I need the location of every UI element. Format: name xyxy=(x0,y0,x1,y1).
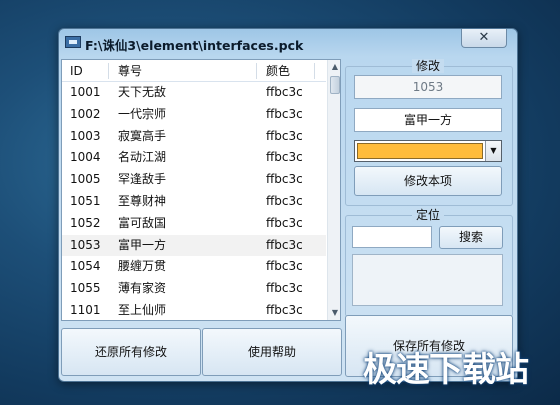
table-row[interactable]: 1055 薄有家资 ffbc3c xyxy=(62,278,326,300)
table-row[interactable]: 1052 富可敌国 ffbc3c xyxy=(62,213,326,235)
cell-color: ffbc3c xyxy=(266,259,303,274)
cell-color: ffbc3c xyxy=(266,172,303,187)
cell-color: ffbc3c xyxy=(266,85,303,99)
cell-id: 1101 xyxy=(70,302,101,317)
search-input[interactable] xyxy=(352,226,432,248)
cell-id: 1052 xyxy=(70,215,101,230)
table-row[interactable]: 1003 寂寞高手 ffbc3c xyxy=(62,126,326,148)
list-rows: 1001 天下无敌 ffbc3c 1002 一代宗师 ffbc3c 1003 寂寞高手 ffbc… xyxy=(62,82,326,320)
search-button[interactable]: 搜索 xyxy=(439,226,503,249)
cell-name: 天下无敌 xyxy=(118,85,167,99)
locate-group-title: 定位 xyxy=(412,208,445,222)
column-header-id[interactable]: ID xyxy=(62,60,108,82)
table-row[interactable]: 1005 罕逢敌手 ffbc3c xyxy=(62,169,326,191)
title-bar: F:\诛仙3\element\interfaces.pck ✕ xyxy=(59,29,517,57)
search-results-box[interactable] xyxy=(352,254,503,306)
cell-color: ffbc3c xyxy=(266,215,303,230)
cell-name: 寂寞高手 xyxy=(118,128,167,143)
table-row[interactable]: 1054 腰缠万贯 ffbc3c xyxy=(62,256,326,278)
watermark-logo: 极速下载站 xyxy=(363,350,529,390)
list-header: ID 尊号 颜色 xyxy=(62,60,326,82)
cell-color: ffbc3c xyxy=(266,106,303,121)
cell-id: 1055 xyxy=(70,281,101,296)
cell-id: 1003 xyxy=(70,128,101,143)
table-row[interactable]: 1001 天下无敌 ffbc3c xyxy=(62,82,326,104)
table-row[interactable]: 1051 至尊财神 ffbc3c xyxy=(62,191,326,213)
cell-id: 1051 xyxy=(70,193,101,208)
column-divider xyxy=(314,63,315,79)
cell-name: 至上仙师 xyxy=(118,302,167,317)
cell-id: 1053 xyxy=(70,237,101,252)
cell-name: 富可敌国 xyxy=(118,215,167,230)
cell-id: 1005 xyxy=(70,172,101,187)
help-button[interactable]: 使用帮助 xyxy=(202,328,342,376)
cell-id: 1004 xyxy=(70,150,101,165)
color-swatch xyxy=(357,143,483,159)
vertical-scrollbar[interactable]: ▲ ▼ xyxy=(327,60,340,320)
table-row[interactable]: 1004 名动江湖 ffbc3c xyxy=(62,147,326,169)
column-divider xyxy=(108,63,109,79)
scroll-up-arrow-icon[interactable]: ▲ xyxy=(328,60,340,74)
title-list: ID 尊号 颜色 1001 天下无敌 ffbc3c 1002 一代宗师 ffbc3c 100… xyxy=(61,59,341,321)
edit-group-title: 修改 xyxy=(412,59,445,73)
cell-name: 富甲一方 xyxy=(118,237,167,252)
cell-color: ffbc3c xyxy=(266,150,303,165)
table-row[interactable]: 1053 富甲一方 ffbc3c xyxy=(62,234,326,257)
id-field: 1053 xyxy=(354,75,502,99)
cell-color: ffbc3c xyxy=(266,302,303,317)
cell-name: 罕逢敌手 xyxy=(118,172,167,187)
cell-id: 1002 xyxy=(70,106,101,121)
cell-color: ffbc3c xyxy=(266,193,303,208)
cell-name: 薄有家资 xyxy=(118,281,167,296)
cell-id: 1054 xyxy=(70,259,101,274)
column-header-color[interactable]: 颜色 xyxy=(258,60,318,82)
cell-name: 一代宗师 xyxy=(118,106,167,121)
cell-color: ffbc3c xyxy=(266,237,303,252)
main-window: F:\诛仙3\element\interfaces.pck ✕ ID 尊号 颜色… xyxy=(58,28,518,382)
scroll-down-arrow-icon[interactable]: ▼ xyxy=(328,306,340,320)
table-row[interactable]: 1101 至上仙师 ffbc3c xyxy=(62,300,326,320)
column-header-name[interactable]: 尊号 xyxy=(110,60,260,82)
locate-group: 定位 搜索 xyxy=(345,208,513,317)
table-row[interactable]: 1002 一代宗师 ffbc3c xyxy=(62,104,326,126)
cell-name: 腰缠万贯 xyxy=(118,259,167,274)
app-icon xyxy=(65,36,81,48)
cell-color: ffbc3c xyxy=(266,281,303,296)
cell-name: 至尊财神 xyxy=(118,193,167,208)
color-dropdown[interactable]: ▼ xyxy=(354,140,502,162)
chevron-down-icon[interactable]: ▼ xyxy=(485,141,501,161)
close-button[interactable]: ✕ xyxy=(461,29,507,48)
title-name-input[interactable]: 富甲一方 xyxy=(354,108,502,132)
window-title: F:\诛仙3\element\interfaces.pck xyxy=(85,38,304,53)
column-divider xyxy=(256,63,257,79)
modify-item-button[interactable]: 修改本项 xyxy=(354,166,502,196)
scroll-thumb[interactable] xyxy=(330,76,340,94)
cell-color: ffbc3c xyxy=(266,128,303,143)
edit-group: 修改 1053 富甲一方 ▼ 修改本项 xyxy=(345,59,513,206)
cell-id: 1001 xyxy=(70,85,101,99)
restore-all-button[interactable]: 还原所有修改 xyxy=(61,328,201,376)
cell-name: 名动江湖 xyxy=(118,150,167,165)
